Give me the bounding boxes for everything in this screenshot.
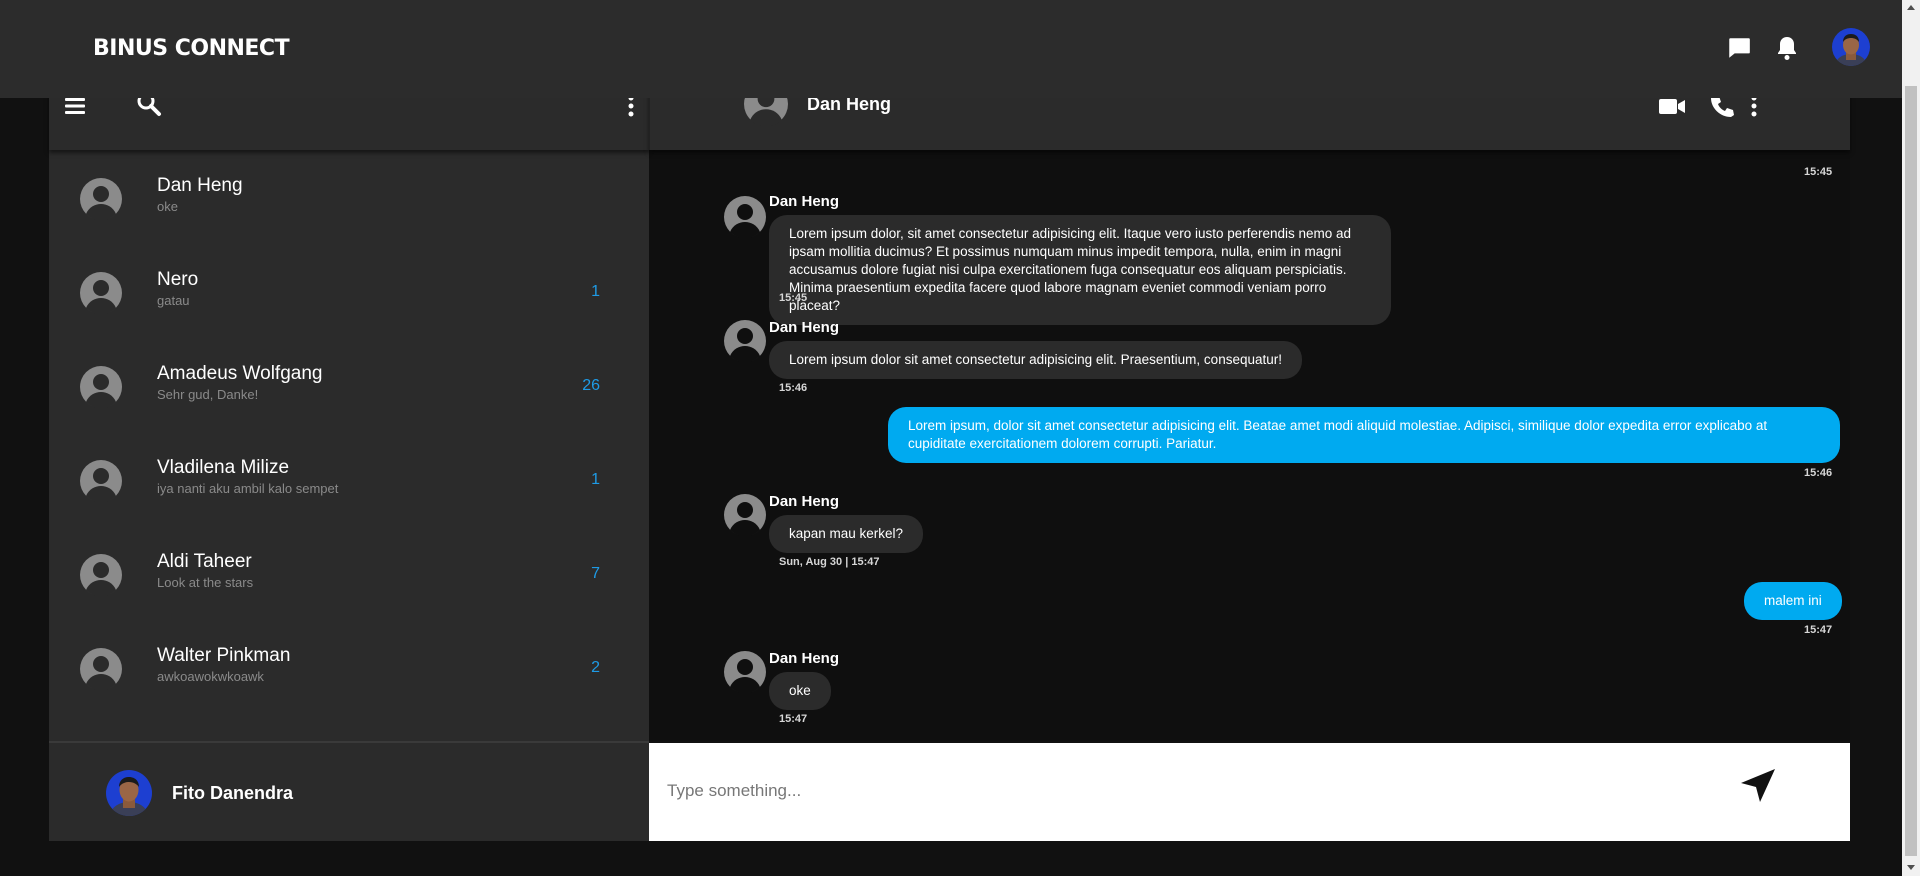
contact-name: Aldi Taheer <box>157 551 252 572</box>
outgoing-message-bubble[interactable]: Lorem ipsum, dolor sit amet consectetur … <box>888 407 1840 463</box>
incoming-message-bubble[interactable]: Lorem ipsum dolor sit amet consectetur a… <box>769 341 1302 379</box>
app-brand[interactable]: BINUS CONNECT <box>93 36 290 61</box>
outgoing-message-bubble[interactable]: malem ini <box>1744 582 1842 620</box>
unread-count: 1 <box>591 283 600 300</box>
default-avatar-icon <box>80 178 122 221</box>
message-timestamp: 15:45 <box>1804 166 1833 178</box>
contact-preview: gatau <box>157 293 190 308</box>
default-avatar-icon <box>724 196 766 239</box>
scroll-up-arrow-icon[interactable] <box>1907 5 1915 10</box>
message-timestamp: 15:46 <box>1804 467 1833 479</box>
unread-count: 2 <box>591 659 600 676</box>
contact-item[interactable]: Dan Heng oke <box>49 152 649 246</box>
default-avatar-icon <box>724 320 766 363</box>
default-avatar-icon <box>80 272 122 315</box>
unread-count: 26 <box>582 377 600 394</box>
message-timestamp: Sun, Aug 30 | 15:47 <box>779 556 880 568</box>
contact-name: Nero <box>157 269 199 290</box>
unread-count: 1 <box>591 471 600 488</box>
default-avatar-icon <box>80 366 122 409</box>
incoming-message-bubble[interactable]: oke <box>769 672 831 710</box>
default-avatar-icon <box>80 460 122 503</box>
contact-item[interactable]: Vladilena Milize iya nanti aku ambil kal… <box>49 434 649 528</box>
incoming-message-bubble[interactable]: kapan mau kerkel? <box>769 515 924 553</box>
incoming-message-bubble[interactable]: Lorem ipsum dolor, sit amet consectetur … <box>769 215 1391 325</box>
contact-name: Walter Pinkman <box>157 645 291 666</box>
current-user-name: Fito Danendra <box>172 783 294 803</box>
message-sender: Dan Heng <box>769 650 840 667</box>
current-user-bar: Fito Danendra <box>49 741 649 841</box>
message-timestamp: 15:47 <box>779 713 808 725</box>
send-arrow-icon[interactable] <box>1738 766 1778 806</box>
unread-count: 7 <box>591 565 600 582</box>
page-scrollbar[interactable] <box>1902 0 1920 876</box>
message-timestamp: 15:45 <box>779 292 808 304</box>
default-avatar-icon <box>80 554 122 597</box>
user-avatar[interactable] <box>1832 28 1870 66</box>
chat-panel: ... 15:45 Dan Heng Lorem ipsum dolor, si… <box>649 98 1850 741</box>
contact-name: Dan Heng <box>157 175 243 196</box>
message-timestamp: 15:46 <box>779 382 808 394</box>
contact-preview: oke <box>157 199 178 214</box>
current-user-avatar[interactable] <box>106 770 152 816</box>
contact-item[interactable]: Aldi Taheer Look at the stars 7 <box>49 528 649 622</box>
default-avatar-icon <box>80 648 122 691</box>
bell-icon[interactable] <box>1772 33 1802 63</box>
contact-list: Dan Heng oke Nero gatau 1 Amadeus Wolfga… <box>49 152 649 716</box>
message-timestamp: 15:47 <box>1804 624 1833 636</box>
scroll-down-arrow-icon[interactable] <box>1907 865 1915 870</box>
top-navbar: BINUS CONNECT <box>0 0 1902 98</box>
contact-preview: iya nanti aku ambil kalo sempet <box>157 481 339 496</box>
message-input[interactable] <box>667 773 1667 809</box>
contact-item[interactable]: Walter Pinkman awkoawokwkoawk 2 <box>49 622 649 716</box>
contact-name: Amadeus Wolfgang <box>157 363 323 384</box>
contact-preview: Sehr gud, Danke! <box>157 387 259 402</box>
message-composer <box>649 743 1850 841</box>
contact-preview: Look at the stars <box>157 575 254 590</box>
default-avatar-icon <box>724 651 766 694</box>
contact-item[interactable]: Nero gatau 1 <box>49 246 649 340</box>
contact-preview: awkoawokwkoawk <box>157 669 264 684</box>
contact-item[interactable]: Amadeus Wolfgang Sehr gud, Danke! 26 <box>49 340 649 434</box>
contact-name: Vladilena Milize <box>157 457 290 478</box>
message-sender: Dan Heng <box>769 493 840 510</box>
chat-bubble-icon[interactable] <box>1724 33 1754 63</box>
default-avatar-icon <box>724 494 766 537</box>
message-sender: Dan Heng <box>769 319 840 336</box>
message-sender: Dan Heng <box>769 193 840 210</box>
scroll-thumb[interactable] <box>1905 86 1917 856</box>
